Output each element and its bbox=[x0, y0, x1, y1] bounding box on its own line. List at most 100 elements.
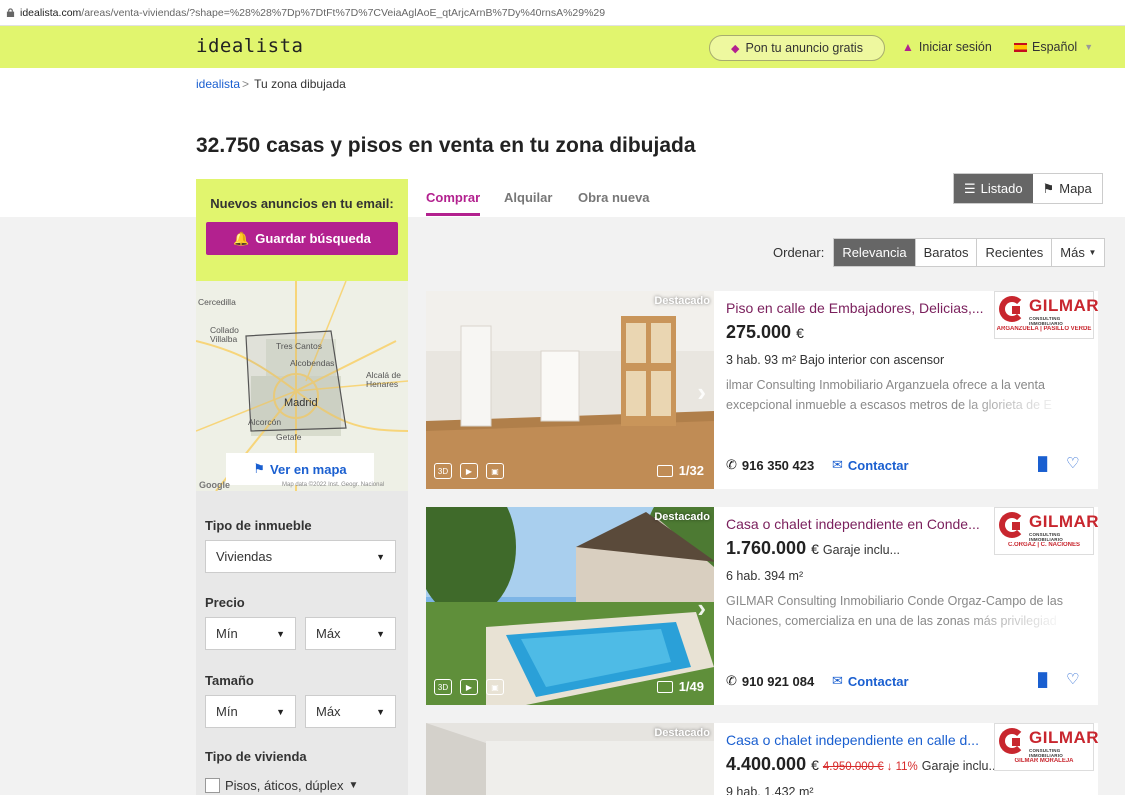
phone-icon: ✆ bbox=[726, 457, 737, 472]
map-label-cercedilla: Cercedilla bbox=[198, 297, 236, 307]
listing-details: 3 hab. 93 m² Bajo interior con ascensor bbox=[726, 353, 945, 367]
map-label-alcobendas: Alcobendas bbox=[290, 358, 335, 368]
list-icon: ☰ bbox=[964, 180, 976, 196]
contact-button[interactable]: ✉ Contactar bbox=[832, 673, 909, 689]
heart-icon[interactable]: ♡ bbox=[1066, 670, 1079, 688]
area-map[interactable]: Cercedilla Collado Villalba Tres Cantos … bbox=[196, 281, 408, 491]
sort-more-label: Más bbox=[1060, 245, 1085, 260]
idealista-logo[interactable]: idealista bbox=[196, 35, 303, 57]
contact-label: Contactar bbox=[847, 457, 909, 473]
size-max-select[interactable]: Máx ▼ bbox=[305, 695, 396, 728]
agency-office: GILMAR MORALEJA bbox=[1014, 758, 1074, 764]
chat-icon: ✉ bbox=[832, 457, 843, 472]
listing-card[interactable]: Destacado › 3D ▶ ▣ 1/49 Casa o chalet in… bbox=[426, 507, 1099, 705]
listing-photo[interactable]: Destacado › 3D ▶ ▣ 1/32 bbox=[426, 291, 714, 489]
photo-count: 1/32 bbox=[678, 463, 704, 478]
agency-logo[interactable]: GILMAR CONSULTING INMOBILIARIO C.ORGAZ |… bbox=[994, 507, 1099, 555]
listing-photo[interactable]: Destacado › 3D ▶ ▣ 1/49 bbox=[426, 507, 714, 705]
sort-cheapest[interactable]: Baratos bbox=[914, 239, 977, 266]
floorplan-icon[interactable]: ▣ bbox=[486, 679, 504, 695]
publish-ad-label: Pon tu anuncio gratis bbox=[745, 41, 863, 55]
floorplan-icon[interactable]: ▣ bbox=[486, 463, 504, 479]
breadcrumb-current: Tu zona dibujada bbox=[254, 77, 346, 91]
chat-icon: ✉ bbox=[832, 673, 843, 688]
video-icon[interactable]: ▶ bbox=[460, 463, 478, 479]
next-photo-arrow-icon[interactable]: › bbox=[697, 593, 706, 624]
agency-name: GILMAR bbox=[1029, 512, 1100, 531]
sort-recent[interactable]: Recientes bbox=[976, 239, 1052, 266]
sort-relevance[interactable]: Relevancia bbox=[834, 239, 915, 266]
breadcrumb-home[interactable]: idealista bbox=[196, 77, 240, 91]
chevron-down-icon[interactable]: ▼ bbox=[349, 780, 359, 791]
contact-button[interactable]: ✉ Contactar bbox=[832, 457, 909, 473]
user-icon: ▲ bbox=[902, 40, 914, 54]
listing-title[interactable]: Casa o chalet independiente en Conde... bbox=[726, 516, 988, 532]
agency-tagline: CONSULTING INMOBILIARIO bbox=[1029, 316, 1063, 326]
agency-name: GILMAR bbox=[1029, 728, 1100, 747]
megaphone-icon: ◆ bbox=[731, 42, 740, 55]
url-host: idealista.com bbox=[20, 6, 82, 19]
price-max-select[interactable]: Máx ▼ bbox=[305, 617, 396, 650]
price-value: 4.400.000 bbox=[726, 754, 807, 774]
address-bar[interactable]: idealista.com/areas/venta-viviendas/?sha… bbox=[0, 0, 1125, 26]
currency: € bbox=[811, 757, 819, 773]
page-title: 32.750 casas y pisos en venta en tu zona… bbox=[196, 134, 696, 157]
language-selector[interactable]: Español ▼ bbox=[1014, 40, 1093, 54]
agency-logo[interactable]: GILMAR CONSULTING INMOBILIARIO ARGANZUEL… bbox=[994, 291, 1099, 339]
tab-comprar[interactable]: Comprar bbox=[426, 190, 480, 205]
caret-down-icon: ▼ bbox=[376, 706, 385, 717]
agency-logo[interactable]: GILMAR CONSULTING INMOBILIARIO GILMAR MO… bbox=[994, 723, 1099, 771]
home-type-checkbox[interactable]: Pisos, áticos, dúplex ▼ bbox=[205, 778, 358, 793]
listing-card[interactable]: Destacado Casa o chalet independiente en… bbox=[426, 723, 1099, 795]
map-view-button[interactable]: ⚑ Mapa bbox=[1032, 174, 1102, 203]
listing-details: 9 hab. 1.432 m² bbox=[726, 785, 814, 795]
next-photo-arrow-icon[interactable]: › bbox=[697, 377, 706, 408]
sort-more[interactable]: Más ▼ bbox=[1051, 239, 1105, 266]
view-on-map-button[interactable]: ⚑ Ver en mapa bbox=[226, 453, 374, 485]
phone-button[interactable]: ✆ 916 350 423 bbox=[726, 457, 814, 473]
map-label-alcala-de-henares: Alcalá de Henares bbox=[366, 370, 401, 389]
3d-tour-icon[interactable]: 3D bbox=[434, 463, 452, 479]
trash-icon[interactable]: █ bbox=[1038, 672, 1047, 687]
tab-obra-nueva[interactable]: Obra nueva bbox=[578, 190, 650, 205]
list-view-button[interactable]: ☰ Listado bbox=[954, 174, 1033, 203]
publish-ad-button[interactable]: ◆ Pon tu anuncio gratis bbox=[709, 35, 885, 61]
caret-down-icon: ▼ bbox=[276, 628, 285, 639]
phone-number: 916 350 423 bbox=[741, 457, 815, 473]
video-icon[interactable]: ▶ bbox=[460, 679, 478, 695]
listing-price: 275.000 € bbox=[726, 322, 804, 343]
map-pin-icon: ⚑ bbox=[253, 461, 266, 476]
size-min-select[interactable]: Mín ▼ bbox=[205, 695, 296, 728]
phone-button[interactable]: ✆ 910 921 084 bbox=[726, 673, 814, 689]
language-label: Español bbox=[1032, 40, 1078, 54]
save-search-button[interactable]: 🔔 Guardar búsqueda bbox=[206, 222, 398, 255]
price-value: 1.760.000 bbox=[726, 538, 807, 558]
size-max-value: Máx bbox=[316, 704, 341, 719]
listing-photo[interactable]: Destacado bbox=[426, 723, 714, 795]
tab-alquilar[interactable]: Alquilar bbox=[504, 190, 552, 205]
photo-counter: 1/49 bbox=[656, 679, 704, 694]
checkbox-box[interactable] bbox=[205, 778, 220, 793]
listing-title[interactable]: Casa o chalet independiente en calle d..… bbox=[726, 732, 988, 748]
login-link[interactable]: ▲ Iniciar sesión bbox=[902, 40, 992, 54]
price-min-select[interactable]: Mín ▼ bbox=[205, 617, 296, 650]
villa-pool-photo bbox=[426, 507, 714, 705]
caret-down-icon: ▼ bbox=[376, 551, 385, 562]
3d-tour-icon[interactable]: 3D bbox=[434, 679, 452, 695]
property-type-select[interactable]: Viviendas ▼ bbox=[205, 540, 396, 573]
property-type-value: Viviendas bbox=[216, 549, 273, 564]
heart-icon[interactable]: ♡ bbox=[1066, 454, 1079, 472]
trash-icon[interactable]: █ bbox=[1038, 456, 1047, 471]
filters-panel: Tipo de inmueble Viviendas ▼ Precio Mín … bbox=[196, 491, 408, 795]
listing-description: GILMAR Consulting Inmobiliario Conde Org… bbox=[726, 591, 1066, 631]
apartment-photo bbox=[426, 291, 714, 489]
price-value: 275.000 bbox=[726, 322, 792, 342]
price-min-value: Mín bbox=[216, 626, 238, 641]
listing-title[interactable]: Piso en calle de Embajadores, Delicias,.… bbox=[726, 300, 988, 316]
google-logo: Google bbox=[199, 480, 230, 490]
listing-card[interactable]: Destacado › 3D ▶ ▣ 1/32 Piso en calle de… bbox=[426, 291, 1099, 489]
currency: € bbox=[796, 325, 804, 341]
caret-down-icon: ▼ bbox=[276, 706, 285, 717]
list-view-label: Listado bbox=[980, 181, 1023, 196]
map-label-getafe: Getafe bbox=[276, 432, 302, 442]
